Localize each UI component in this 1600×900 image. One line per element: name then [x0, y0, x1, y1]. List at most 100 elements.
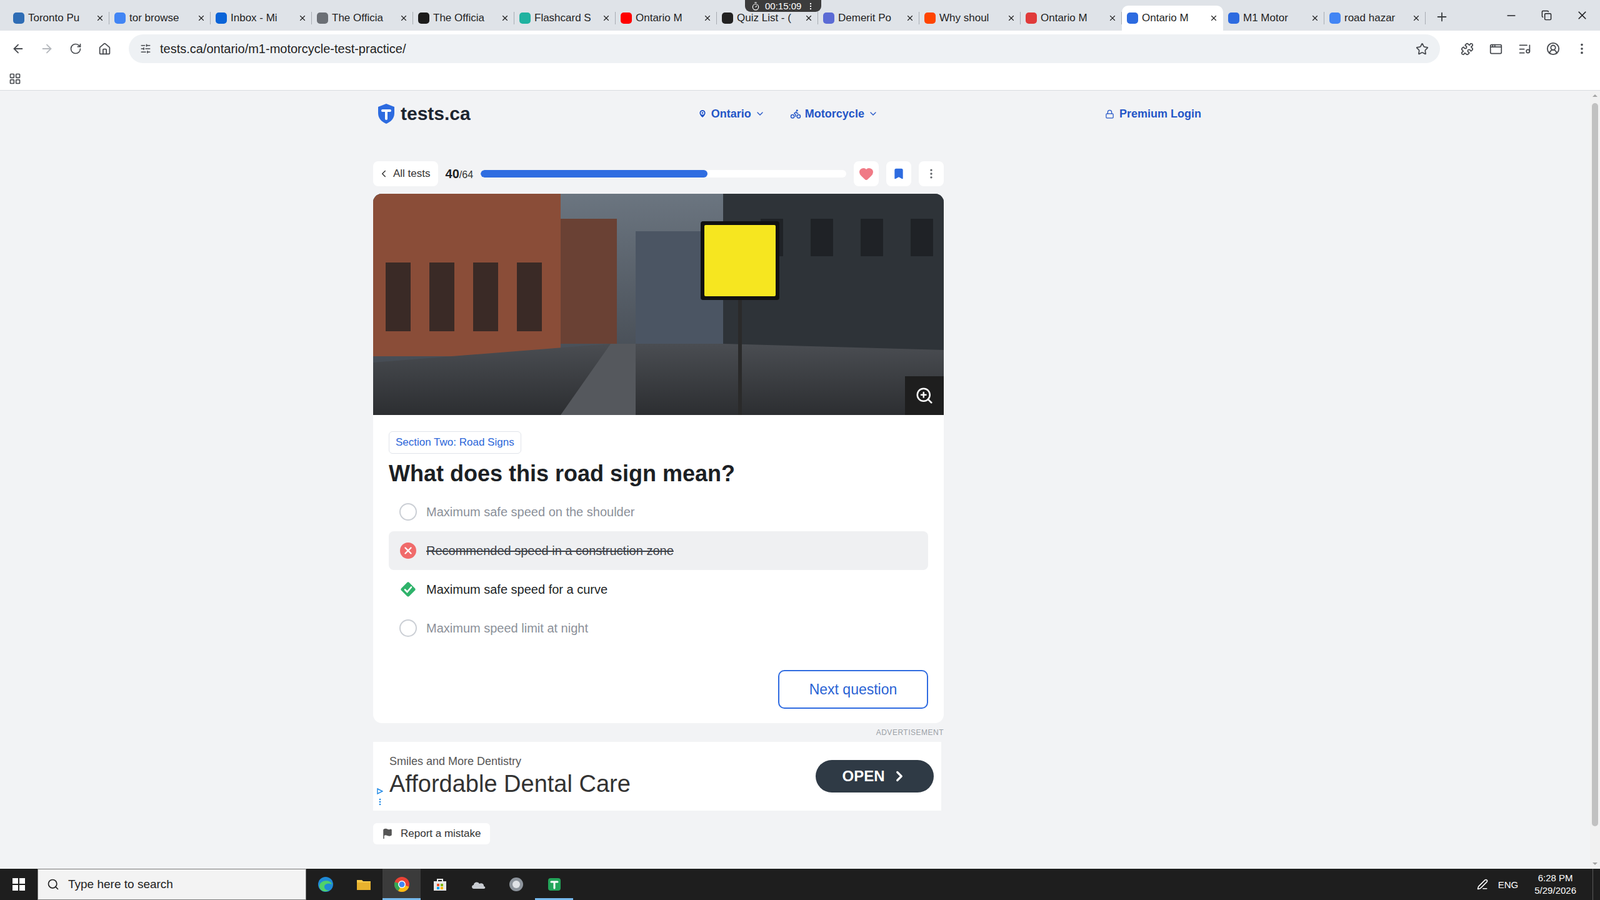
- close-icon[interactable]: [298, 13, 307, 23]
- login-link[interactable]: Premium Login: [1105, 107, 1202, 121]
- media-button[interactable]: [1511, 35, 1538, 62]
- apps-icon[interactable]: [8, 72, 22, 85]
- ad-menu-icon[interactable]: [376, 798, 384, 806]
- close-icon[interactable]: [601, 13, 611, 23]
- progress-bar: [480, 170, 847, 178]
- close-icon[interactable]: [196, 13, 206, 23]
- answer-option[interactable]: Recommended speed in a construction zone: [388, 531, 929, 570]
- back-button[interactable]: [5, 35, 32, 62]
- lock-icon: [1105, 109, 1115, 119]
- scroll-up-icon[interactable]: [1590, 90, 1600, 101]
- scrollbar[interactable]: [1590, 90, 1600, 869]
- plus-icon: [1435, 10, 1449, 24]
- taskbar-app[interactable]: [496, 868, 535, 900]
- explorer-icon: [355, 875, 373, 894]
- taskbar-app[interactable]: [306, 868, 345, 900]
- close-icon[interactable]: [1006, 13, 1016, 23]
- site-logo[interactable]: tests.ca: [373, 103, 471, 125]
- more-icon[interactable]: [806, 1, 815, 11]
- ad-open-button[interactable]: OPEN: [815, 760, 934, 793]
- more-button[interactable]: [918, 161, 944, 187]
- new-tab-button[interactable]: [1430, 5, 1454, 29]
- ad-marks: [376, 788, 384, 811]
- forward-button[interactable]: [33, 35, 60, 62]
- browser-tab[interactable]: Toronto Pu: [8, 5, 110, 31]
- browser-tab[interactable]: Why shoul: [919, 5, 1021, 31]
- clock-time: 6:28 PM: [1538, 871, 1574, 885]
- close-icon[interactable]: [703, 13, 712, 23]
- favicon-icon: [13, 12, 25, 24]
- close-icon[interactable]: [804, 13, 814, 23]
- menu-button[interactable]: [1568, 35, 1595, 62]
- browser-tab[interactable]: The Officia: [413, 5, 515, 31]
- reload-button[interactable]: [62, 35, 89, 62]
- bookmark-button[interactable]: [886, 161, 912, 187]
- zoom-button[interactable]: [905, 376, 944, 415]
- taskbar-app[interactable]: [535, 868, 574, 900]
- pen-icon[interactable]: [1476, 878, 1489, 890]
- taskbar-app[interactable]: [420, 868, 459, 900]
- shield-icon: [507, 875, 525, 894]
- answer-option[interactable]: Maximum speed limit at night: [388, 608, 929, 648]
- browser-tab[interactable]: Ontario M: [1121, 5, 1224, 31]
- ad-label: ADVERTISEMENT: [373, 728, 944, 737]
- site-info-icon[interactable]: [140, 43, 152, 55]
- close-icon[interactable]: [1411, 13, 1421, 23]
- taskbar-app[interactable]: [458, 868, 497, 900]
- favorite-button[interactable]: [853, 161, 879, 187]
- ad-banner[interactable]: Smiles and More DentistryAffordable Dent…: [373, 741, 942, 811]
- progress-row: All tests40/64: [373, 161, 944, 187]
- home-button[interactable]: [91, 35, 118, 62]
- close-icon[interactable]: [1108, 13, 1117, 23]
- menu-icon: [1575, 41, 1589, 56]
- browser-tab[interactable]: Inbox - Mi: [210, 5, 312, 31]
- scroll-down-icon[interactable]: [1590, 858, 1600, 869]
- close-icon[interactable]: [399, 13, 409, 23]
- close-icon[interactable]: [905, 13, 915, 23]
- close-icon[interactable]: [1310, 13, 1320, 23]
- restore-icon: [1541, 10, 1552, 21]
- browser-tab[interactable]: tor browse: [109, 5, 211, 31]
- report-mistake-button[interactable]: Report a mistake: [373, 823, 490, 845]
- close-button[interactable]: [1564, 0, 1600, 31]
- close-icon[interactable]: [95, 13, 105, 23]
- nav-dropdown[interactable]: Motorcycle: [790, 107, 879, 121]
- language-indicator[interactable]: ENG: [1498, 879, 1519, 890]
- restore-button[interactable]: [1528, 0, 1565, 31]
- clock[interactable]: 6:28 PM5/29/2026: [1528, 871, 1583, 897]
- browser-tab[interactable]: Flashcard S: [514, 5, 616, 31]
- profile-button[interactable]: [1540, 35, 1567, 62]
- browser-tab[interactable]: road hazar: [1324, 5, 1426, 31]
- browser-tab[interactable]: Ontario M: [615, 5, 717, 31]
- start-button[interactable]: [0, 868, 38, 900]
- taskbar-app[interactable]: [382, 868, 421, 900]
- all-tests-button[interactable]: All tests: [373, 161, 439, 187]
- scroll-thumb[interactable]: [1591, 103, 1599, 827]
- favicon-icon: [620, 12, 632, 24]
- close-icon[interactable]: [1209, 13, 1219, 23]
- extensions-button[interactable]: [1453, 35, 1480, 62]
- close-icon[interactable]: [500, 13, 510, 23]
- browser-tab[interactable]: M1 Motor: [1223, 5, 1325, 31]
- minimize-button[interactable]: [1493, 0, 1529, 31]
- star-icon[interactable]: [1415, 42, 1429, 56]
- answer-option[interactable]: Maximum safe speed on the shoulder: [388, 492, 929, 532]
- favicon-icon: [418, 12, 430, 24]
- tab-label: The Officia: [331, 11, 396, 25]
- flag-icon: [381, 828, 394, 840]
- address-bar[interactable]: tests.ca/ontario/m1-motorcycle-test-prac…: [128, 34, 1440, 64]
- next-question-button[interactable]: Next question: [778, 670, 929, 709]
- radio-icon[interactable]: [399, 619, 417, 637]
- browser-tab[interactable]: The Officia: [311, 5, 414, 31]
- answer-option[interactable]: Maximum safe speed for a curve: [388, 570, 929, 609]
- adchoices-icon[interactable]: [376, 788, 384, 795]
- show-desktop-button[interactable]: [1592, 868, 1598, 900]
- timer-overlay[interactable]: 00:15:09: [745, 0, 822, 12]
- tab-search-button[interactable]: [1482, 35, 1509, 62]
- taskbar-app[interactable]: [344, 868, 383, 900]
- taskbar-search[interactable]: Type here to search: [37, 868, 307, 900]
- nav-dropdown[interactable]: Ontario: [697, 107, 765, 121]
- browser-tab[interactable]: Ontario M: [1020, 5, 1122, 31]
- browser-tab[interactable]: Demerit Po: [818, 5, 920, 31]
- radio-icon[interactable]: [399, 503, 417, 521]
